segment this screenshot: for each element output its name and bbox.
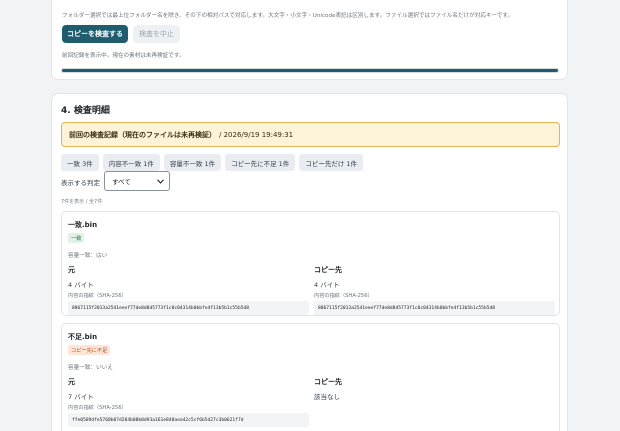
dest-size: 4 バイト xyxy=(314,281,340,289)
file-name: 不足.bin xyxy=(68,333,98,341)
result-filter-select[interactable]: すべて xyxy=(104,171,170,191)
section-title: 4. 検査明細 xyxy=(61,106,110,116)
size-equal-text: 容量一致：はい xyxy=(68,253,108,259)
source-hash: 8867115f2013a2541eeef77de8d8d5773f1c0c04… xyxy=(68,301,309,315)
matching-rule-note: フォルダー選択では最上位フォルダー名を除き、その下の相対パスで対応します。大文字… xyxy=(62,13,513,19)
source-size: 4 バイト xyxy=(68,281,94,289)
status-badge: 一致 xyxy=(68,233,85,243)
banner-timestamp: / 2026/9/19 19:49:31 xyxy=(219,130,294,139)
source-label: 元 xyxy=(68,266,75,274)
progress-fill xyxy=(62,69,558,72)
dest-missing-text: 該当なし xyxy=(314,393,340,401)
size-equal-text: 容量一致：いいえ xyxy=(68,365,113,371)
dest-hash-label: 内容の指紋（SHA-256） xyxy=(314,293,373,299)
file-name: 一致.bin xyxy=(68,221,98,229)
source-hash-label: 内容の指紋（SHA-256） xyxy=(68,405,127,411)
chip-missing-in-dest[interactable]: コピー先に不足 1件 xyxy=(225,154,296,171)
chip-size-mismatch[interactable]: 容量不一致 1件 xyxy=(163,154,222,171)
result-entry: 不足.bin コピー先に不足 容量一致：いいえ 元 7 バイト 内容の指紋（SH… xyxy=(61,323,560,431)
source-size: 7 バイト xyxy=(68,393,94,401)
filter-selected-value: すべて xyxy=(112,178,131,186)
dest-column: コピー先 4 バイト 内容の指紋（SHA-256） 8867115f2013a2… xyxy=(314,265,555,315)
progress-bar xyxy=(61,68,559,73)
chevron-down-icon xyxy=(157,178,164,184)
chip-content-mismatch[interactable]: 内容不一致 1件 xyxy=(102,154,160,171)
source-column: 元 7 バイト 内容の指紋（SHA-256） ffe0589dfe5768b07… xyxy=(68,377,309,427)
result-count: 7件を表示 / 全7件 xyxy=(61,199,103,205)
status-badge: コピー先に不足 xyxy=(68,345,111,355)
result-summary-chips: 一致 3件 内容不一致 1件 容量不一致 1件 コピー先に不足 1件 コピー先だ… xyxy=(61,154,364,171)
source-hash: ffe0589dfe5768b07d284b08b0d93a161e848aea… xyxy=(68,413,309,427)
dest-label: コピー先 xyxy=(314,378,342,386)
dest-hash: 8867115f2013a2541eeef77de8d8d5773f1c0c04… xyxy=(314,301,555,315)
chip-dest-only[interactable]: コピー先だけ 1件 xyxy=(299,154,364,171)
result-entry: 一致.bin 一致 容量一致：はい 元 4 バイト 内容の指紋（SHA-256）… xyxy=(61,211,560,316)
cancel-verify-button[interactable]: 検査を中止 xyxy=(133,25,180,43)
dest-column: コピー先 該当なし xyxy=(314,377,555,401)
source-column: 元 4 バイト 内容の指紋（SHA-256） 8867115f2013a2541… xyxy=(68,265,309,315)
copy-verify-panel: フォルダー選択では最上位フォルダー名を除き、その下の相対パスで対応します。大文字… xyxy=(51,0,568,80)
status-text: 前回記録を表示中。現在の素材は未再検証です。 xyxy=(62,53,185,59)
banner-label: 前回の検査記録（現在のファイルは未再検証） xyxy=(69,130,216,139)
dest-label: コピー先 xyxy=(314,266,342,274)
verify-copy-button[interactable]: コピーを検査する xyxy=(62,25,128,43)
source-label: 元 xyxy=(68,378,75,386)
inspection-details-panel: 4. 検査明細 前回の検査記録（現在のファイルは未再検証） / 2026/9/1… xyxy=(51,93,568,431)
source-hash-label: 内容の指紋（SHA-256） xyxy=(68,293,127,299)
filter-label: 表示する判定 xyxy=(61,179,100,187)
chip-match[interactable]: 一致 3件 xyxy=(61,154,99,171)
previous-record-banner: 前回の検査記録（現在のファイルは未再検証） / 2026/9/19 19:49:… xyxy=(61,122,560,147)
